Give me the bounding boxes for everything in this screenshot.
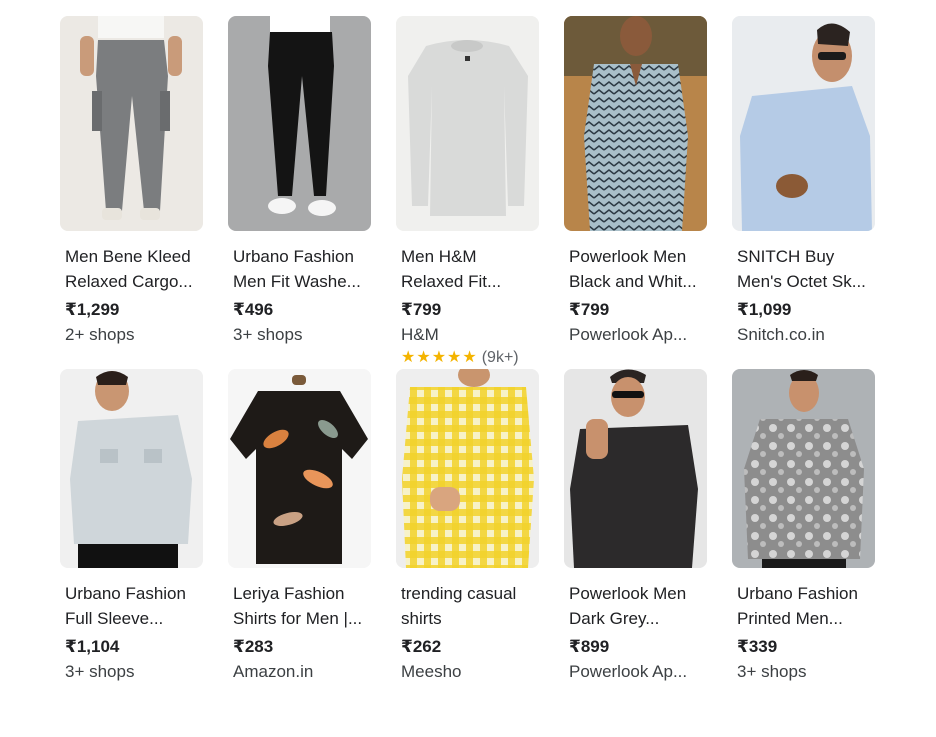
product-card[interactable]: SNITCH Buy Men's Octet Sk... ₹1,099 Snit… (732, 16, 875, 369)
product-row: Men Bene Kleed Relaxed Cargo... ₹1,299 2… (60, 16, 880, 369)
product-price: ₹799 (401, 300, 442, 319)
product-title[interactable]: Men Bene Kleed Relaxed Cargo... (60, 244, 203, 294)
product-grid: Men Bene Kleed Relaxed Cargo... ₹1,299 2… (60, 16, 880, 684)
product-title[interactable]: Urbano Fashion Printed Men... (732, 581, 875, 631)
product-rating: ★★★★★ (9k+) (396, 347, 539, 369)
product-image[interactable] (60, 369, 203, 568)
product-title-line: Urbano Fashion (233, 247, 354, 266)
product-card[interactable]: Men Bene Kleed Relaxed Cargo... ₹1,299 2… (60, 16, 203, 369)
product-price: ₹1,299 (65, 300, 120, 319)
product-price: ₹899 (569, 637, 610, 656)
rating-count: (9k+) (481, 349, 519, 366)
product-title[interactable]: Leriya Fashion Shirts for Men |... (228, 581, 371, 631)
product-row: Urbano Fashion Full Sleeve... ₹1,104 3+ … (60, 369, 880, 684)
star-rating-icon: ★★★★★ (401, 349, 478, 366)
product-image[interactable] (396, 16, 539, 231)
product-seller: 3+ shops (233, 325, 303, 344)
grey-cargo-pants-image (60, 16, 203, 231)
product-image[interactable] (228, 369, 371, 568)
product-card[interactable]: Powerlook Men Black and Whit... ₹799 Pow… (564, 16, 707, 369)
product-seller: H&M (401, 325, 439, 344)
product-image[interactable] (396, 369, 539, 568)
dark-shirt-image (564, 369, 707, 568)
product-price: ₹283 (233, 637, 274, 656)
product-title[interactable]: Men H&M Relaxed Fit... (396, 244, 539, 294)
product-title-line: Urbano Fashion (65, 584, 186, 603)
product-price: ₹799 (569, 300, 610, 319)
printed-tshirt-image (732, 369, 875, 568)
product-seller: 3+ shops (737, 662, 807, 681)
floral-shirt-image (228, 369, 371, 568)
product-title-line: Men's Octet Sk... (737, 272, 866, 291)
product-card[interactable]: Men H&M Relaxed Fit... ₹799 H&M ★★★★★ (9… (396, 16, 539, 369)
product-title-line: Printed Men... (737, 609, 843, 628)
product-price: ₹496 (233, 300, 274, 319)
product-title-line: Dark Grey... (569, 609, 660, 628)
product-title-line: Relaxed Fit... (401, 272, 502, 291)
patterned-shirt-image (564, 16, 707, 231)
product-price: ₹1,099 (737, 300, 792, 319)
product-seller: 3+ shops (65, 662, 135, 681)
yellow-check-shirt-image (396, 369, 539, 568)
product-image[interactable] (564, 369, 707, 568)
product-title-line: Men Fit Washe... (233, 272, 361, 291)
product-title-line: Powerlook Men (569, 247, 687, 266)
product-title[interactable]: trending casual shirts (396, 581, 539, 631)
product-image[interactable] (732, 16, 875, 231)
grey-sweatshirt-image (396, 16, 539, 231)
product-card[interactable]: Urbano Fashion Printed Men... ₹339 3+ sh… (732, 369, 875, 684)
product-title-line: Leriya Fashion (233, 584, 345, 603)
product-seller: Meesho (401, 662, 462, 681)
product-title-line: Urbano Fashion (737, 584, 858, 603)
product-seller: 2+ shops (65, 325, 135, 344)
product-price: ₹262 (401, 637, 442, 656)
product-price: ₹1,104 (65, 637, 120, 656)
product-title-line: Full Sleeve... (65, 609, 164, 628)
product-seller: Amazon.in (233, 662, 314, 681)
black-jeans-image (228, 16, 371, 231)
product-title-line: Black and Whit... (569, 272, 697, 291)
product-title[interactable]: Powerlook Men Dark Grey... (564, 581, 707, 631)
product-title[interactable]: Urbano Fashion Full Sleeve... (60, 581, 203, 631)
product-title-line: shirts (401, 609, 442, 628)
product-price: ₹339 (737, 637, 778, 656)
product-image[interactable] (228, 16, 371, 231)
denim-jacket-image (60, 369, 203, 568)
product-title-line: Men Bene Kleed (65, 247, 191, 266)
product-title-line: Powerlook Men (569, 584, 687, 603)
product-image[interactable] (732, 369, 875, 568)
product-title-line: Men H&M (401, 247, 477, 266)
product-card[interactable]: trending casual shirts ₹262 Meesho (396, 369, 539, 684)
product-seller: Powerlook Ap... (569, 325, 688, 344)
product-image[interactable] (564, 16, 707, 231)
product-title-line: trending casual (401, 584, 517, 603)
product-card[interactable]: Urbano Fashion Men Fit Washe... ₹496 3+ … (228, 16, 371, 369)
product-card[interactable]: Leriya Fashion Shirts for Men |... ₹283 … (228, 369, 371, 684)
light-blue-shirt-image (732, 16, 875, 231)
product-title[interactable]: Powerlook Men Black and Whit... (564, 244, 707, 294)
product-title[interactable]: SNITCH Buy Men's Octet Sk... (732, 244, 875, 294)
product-title-line: Relaxed Cargo... (65, 272, 193, 291)
product-seller: Snitch.co.in (737, 325, 825, 344)
product-title-line: SNITCH Buy (737, 247, 835, 266)
product-title-line: Shirts for Men |... (233, 609, 363, 628)
product-seller: Powerlook Ap... (569, 662, 688, 681)
product-title[interactable]: Urbano Fashion Men Fit Washe... (228, 244, 371, 294)
product-image[interactable] (60, 16, 203, 231)
product-card[interactable]: Urbano Fashion Full Sleeve... ₹1,104 3+ … (60, 369, 203, 684)
product-card[interactable]: Powerlook Men Dark Grey... ₹899 Powerloo… (564, 369, 707, 684)
